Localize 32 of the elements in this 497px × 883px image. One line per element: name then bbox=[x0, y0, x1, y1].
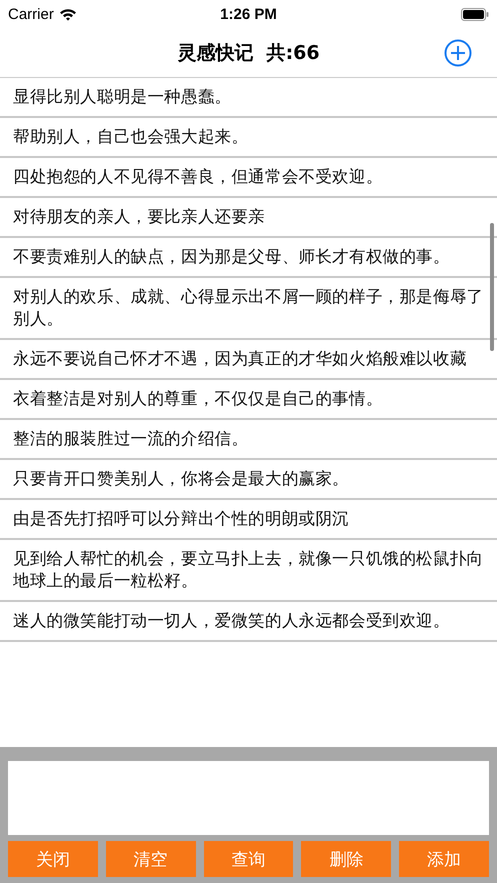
add-button[interactable] bbox=[444, 39, 472, 67]
note-text: 只要肯开口赞美别人，你将会是最大的赢家。 bbox=[13, 468, 350, 490]
note-text: 见到给人帮忙的机会，要立马扑上去，就像一只饥饿的松鼠扑向地球上的最后一粒松籽。 bbox=[13, 548, 484, 592]
note-text: 对待朋友的亲人，要比亲人还要亲 bbox=[13, 206, 266, 228]
battery-icon bbox=[461, 8, 489, 20]
note-input-field[interactable] bbox=[8, 761, 489, 835]
note-row[interactable]: 衣着整洁是对别人的尊重，不仅仅是自己的事情。 bbox=[0, 380, 497, 420]
clock-time: 1:26 PM bbox=[220, 6, 277, 22]
note-text: 由是否先打招呼可以分辩出个性的明朗或阴沉 bbox=[13, 508, 350, 530]
note-text: 显得比别人聪明是一种愚蠢。 bbox=[13, 86, 232, 108]
note-text: 帮助别人，自己也会强大起来。 bbox=[13, 126, 250, 148]
note-text: 迷人的微笑能打动一切人，爱微笑的人永远都会受到欢迎。 bbox=[13, 610, 451, 632]
plus-circle-icon bbox=[444, 39, 472, 67]
note-text: 对别人的欢乐、成就、心得显示出不屑一顾的样子，那是侮辱了别人。 bbox=[13, 286, 484, 330]
note-row[interactable]: 显得比别人聪明是一种愚蠢。 bbox=[0, 78, 497, 118]
note-row[interactable]: 整洁的服装胜过一流的介绍信。 bbox=[0, 420, 497, 460]
note-row[interactable]: 对待朋友的亲人，要比亲人还要亲 bbox=[0, 198, 497, 238]
note-text: 永远不要说自己怀才不遇，因为真正的才华如火焰般难以收藏 bbox=[13, 348, 468, 370]
note-row[interactable]: 迷人的微笑能打动一切人，爱微笑的人永远都会受到欢迎。 bbox=[0, 602, 497, 642]
carrier-label: Carrier bbox=[8, 6, 54, 22]
note-row[interactable]: 见到给人帮忙的机会，要立马扑上去，就像一只饥饿的松鼠扑向地球上的最后一粒松籽。 bbox=[0, 540, 497, 602]
wifi-icon bbox=[58, 8, 77, 20]
note-row[interactable]: 永远不要说自己怀才不遇，因为真正的才华如火焰般难以收藏 bbox=[0, 340, 497, 380]
note-row[interactable]: 帮助别人，自己也会强大起来。 bbox=[0, 118, 497, 158]
note-row[interactable]: 由是否先打招呼可以分辩出个性的明朗或阴沉 bbox=[0, 500, 497, 540]
note-row[interactable]: 只要肯开口赞美别人，你将会是最大的赢家。 bbox=[0, 460, 497, 500]
note-text: 整洁的服装胜过一流的介绍信。 bbox=[13, 428, 250, 450]
note-text: 衣着整洁是对别人的尊重，不仅仅是自己的事情。 bbox=[13, 388, 384, 410]
note-text: 不要责难别人的缺点，因为那是父母、师长才有权做的事。 bbox=[13, 246, 451, 268]
note-text: 四处抱怨的人不见得不善良，但通常会不受欢迎。 bbox=[13, 166, 384, 188]
nav-title: 灵感快记 共:66 bbox=[177, 40, 320, 66]
note-row[interactable]: 四处抱怨的人不见得不善良，但通常会不受欢迎。 bbox=[0, 158, 497, 198]
